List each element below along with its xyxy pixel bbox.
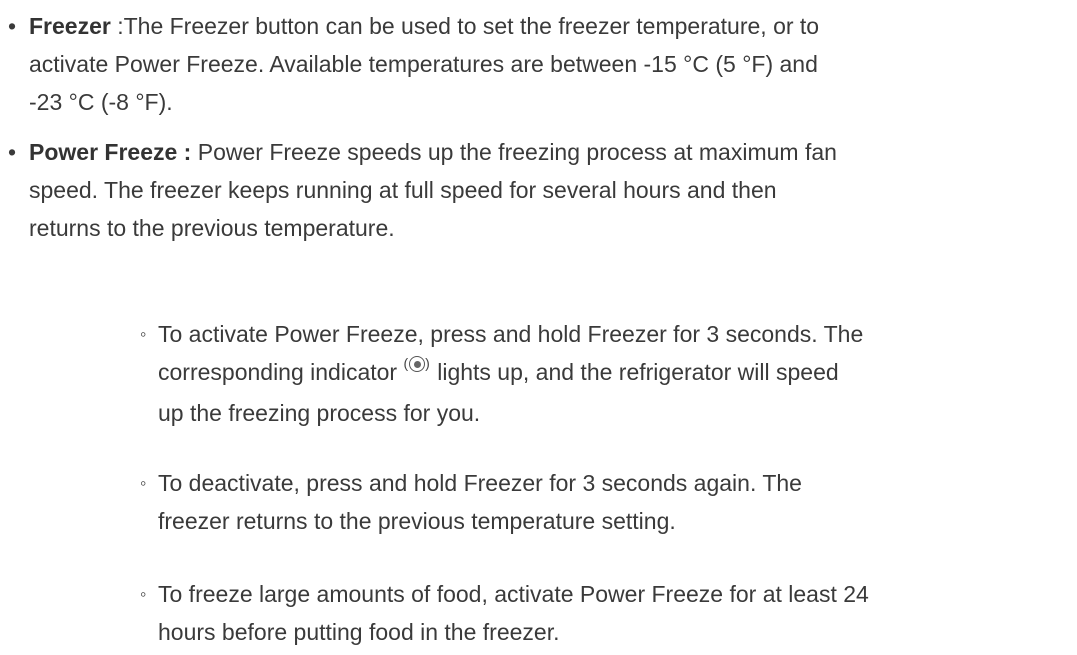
list-item-power-freeze: • Power Freeze : Power Freeze speeds up … bbox=[8, 133, 1068, 247]
item-text: speed. The freezer keeps running at full… bbox=[29, 177, 777, 203]
sub-bullet: ◦ bbox=[140, 324, 147, 344]
sub-item-text: lights up, and the refrigerator will spe… bbox=[430, 359, 839, 385]
sub-bullet: ◦ bbox=[140, 584, 147, 604]
bullet: • bbox=[8, 13, 17, 39]
item-text: activate Power Freeze. Available tempera… bbox=[29, 51, 818, 77]
item-text: returns to the previous temperature. bbox=[29, 215, 395, 241]
sub-item-text: up the freezing process for you. bbox=[158, 400, 481, 426]
power-freeze-indicator-icon: () bbox=[403, 355, 431, 373]
sub-item-text: freezer returns to the previous temperat… bbox=[158, 508, 676, 534]
sub-list-item-deactivate: ◦ To deactivate, press and hold Freezer … bbox=[140, 464, 1070, 540]
item-text: :The Freezer button can be used to set t… bbox=[110, 13, 820, 39]
sub-item-text: hours before putting food in the freezer… bbox=[158, 619, 560, 645]
term-freezer: Freezer bbox=[29, 13, 111, 39]
document: • Freezer :The Freezer button can be use… bbox=[0, 0, 1077, 655]
item-text: -23 °C (-8 °F). bbox=[29, 89, 173, 115]
sub-list-item-activate: ◦ To activate Power Freeze, press and ho… bbox=[140, 315, 1070, 432]
sub-item-text: corresponding indicator bbox=[158, 359, 404, 385]
sub-list-item-large-amounts: ◦ To freeze large amounts of food, activ… bbox=[140, 575, 1070, 651]
item-text: Power Freeze speeds up the freezing proc… bbox=[191, 139, 837, 165]
list-item-freezer: • Freezer :The Freezer button can be use… bbox=[8, 7, 1068, 121]
sub-item-text: To deactivate, press and hold Freezer fo… bbox=[158, 470, 802, 496]
term-power-freeze: Power Freeze : bbox=[29, 139, 192, 165]
bullet: • bbox=[8, 139, 17, 165]
sub-item-text: To activate Power Freeze, press and hold… bbox=[158, 321, 864, 347]
sub-bullet: ◦ bbox=[140, 473, 147, 493]
sub-item-text: To freeze large amounts of food, activat… bbox=[158, 581, 869, 607]
